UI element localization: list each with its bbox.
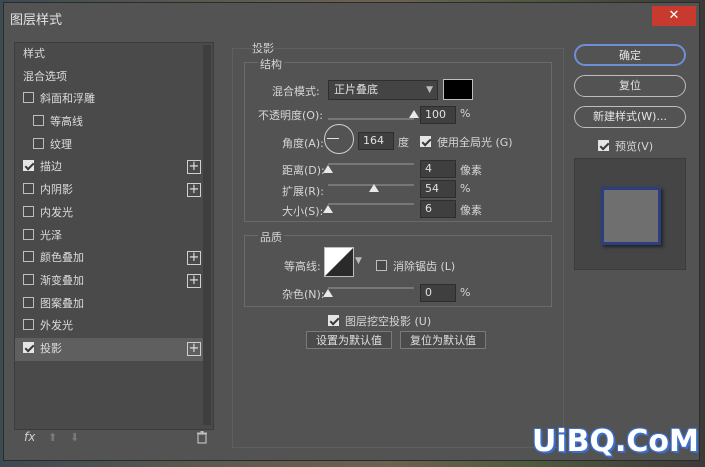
title-bar: 图层样式 ✕ <box>4 3 699 31</box>
style-item[interactable]: 内阴影 + <box>15 179 203 202</box>
style-item-label: 外发光 <box>40 319 73 333</box>
style-item[interactable]: 投影 + <box>15 337 203 361</box>
style-item-label: 描边 <box>40 160 62 174</box>
style-item-label: 颜色叠加 <box>40 251 84 265</box>
add-style-icon[interactable]: + <box>187 183 201 198</box>
style-item-checkbox[interactable] <box>23 160 34 172</box>
styles-list: 样式混合选项斜面和浮雕等高线纹理描边 + 内阴影 + 内发光光泽颜色叠加 + 渐变叠加 + 图案… <box>15 43 203 361</box>
style-item[interactable]: 斜面和浮雕 <box>15 88 203 111</box>
style-item-checkbox[interactable] <box>33 115 44 127</box>
style-item-label: 混合选项 <box>23 69 67 83</box>
preview-thumbnail <box>601 187 661 245</box>
trash-icon[interactable] <box>196 431 208 447</box>
move-down-icon[interactable]: ⬇ <box>70 431 79 444</box>
add-style-icon[interactable]: + <box>187 160 201 175</box>
style-item[interactable]: 描边 + <box>15 156 203 179</box>
styles-list-panel: 样式混合选项斜面和浮雕等高线纹理描边 + 内阴影 + 内发光光泽颜色叠加 + 渐变叠加 + 图案… <box>14 42 214 430</box>
move-up-icon[interactable]: ⬆ <box>48 431 57 444</box>
style-item-label: 等高线 <box>50 115 83 129</box>
style-item[interactable]: 图案叠加 <box>15 293 203 316</box>
style-item-checkbox[interactable] <box>23 273 34 285</box>
style-item[interactable]: 混合选项 <box>15 66 203 89</box>
style-item-label: 纹理 <box>50 137 72 151</box>
add-style-icon[interactable]: + <box>187 341 201 356</box>
style-item[interactable]: 内发光 <box>15 202 203 225</box>
style-item[interactable]: 渐变叠加 + <box>15 270 203 293</box>
add-style-icon[interactable]: + <box>187 251 201 266</box>
style-item[interactable]: 纹理 <box>15 134 203 157</box>
fx-icon[interactable]: fx <box>24 430 35 444</box>
new-style-button[interactable]: 新建样式(W)... <box>574 106 686 128</box>
style-item[interactable]: 光泽 <box>15 225 203 248</box>
preview-checkbox[interactable] <box>598 140 609 151</box>
style-item-checkbox[interactable] <box>23 205 34 217</box>
style-item-checkbox[interactable] <box>23 296 34 308</box>
ok-button[interactable]: 确定 <box>574 44 686 66</box>
styles-toolbar: fx ⬆ ⬇ <box>14 430 214 448</box>
style-item-label: 内阴影 <box>40 183 73 197</box>
style-item-checkbox[interactable] <box>23 228 34 240</box>
styles-scrollbar[interactable] <box>203 45 211 425</box>
style-item-checkbox[interactable] <box>23 92 34 104</box>
style-item[interactable]: 样式 <box>15 43 203 66</box>
preview-row[interactable]: 预览(V) <box>598 138 653 154</box>
reset-button[interactable]: 复位 <box>574 75 686 97</box>
dialog-title: 图层样式 <box>10 13 63 28</box>
preview-label: 预览(V) <box>615 140 654 153</box>
style-item-checkbox[interactable] <box>23 341 34 353</box>
style-preview <box>574 158 686 270</box>
style-item-label: 斜面和浮雕 <box>40 92 95 106</box>
style-item-checkbox[interactable] <box>23 183 34 195</box>
watermark: UiBQ.CoM <box>532 424 699 459</box>
style-item-label: 渐变叠加 <box>40 273 84 287</box>
style-item-checkbox[interactable] <box>33 137 44 149</box>
close-button[interactable]: ✕ <box>652 6 696 26</box>
add-style-icon[interactable]: + <box>187 273 201 288</box>
style-item-label: 投影 <box>40 341 62 355</box>
style-item[interactable]: 外发光 <box>15 315 203 338</box>
settings-panel-frame <box>232 48 564 448</box>
style-item-label: 图案叠加 <box>40 296 84 310</box>
style-item-checkbox[interactable] <box>23 319 34 331</box>
style-item[interactable]: 颜色叠加 + <box>15 247 203 270</box>
style-item-label: 样式 <box>23 47 45 60</box>
style-item-label: 光泽 <box>40 228 62 242</box>
style-item-label: 内发光 <box>40 205 73 219</box>
style-item-checkbox[interactable] <box>23 251 34 263</box>
style-item[interactable]: 等高线 <box>15 111 203 134</box>
